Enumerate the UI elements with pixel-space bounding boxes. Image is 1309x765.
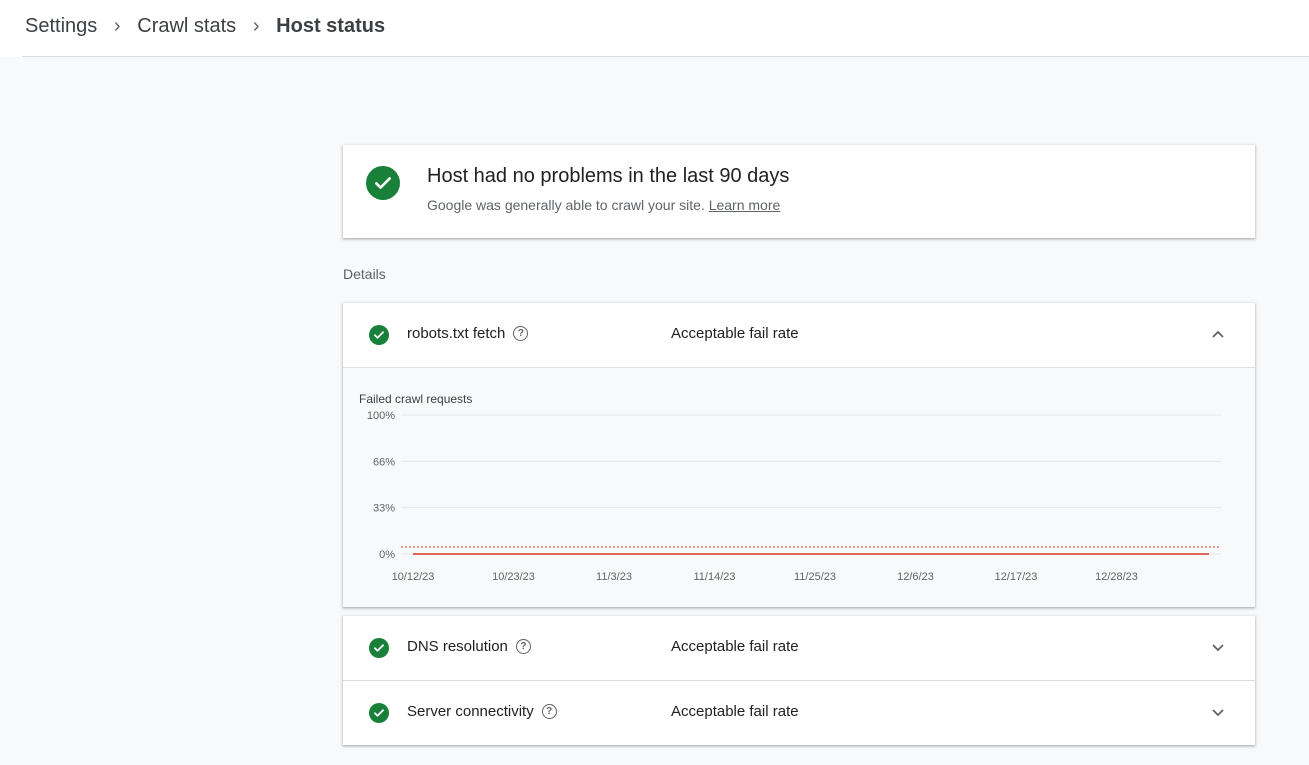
help-icon[interactable]: ? <box>513 326 529 341</box>
row-name-label: robots.txt fetch <box>407 325 506 342</box>
robots-txt-panel: robots.txt fetch ? Acceptable fail rate … <box>343 303 1255 607</box>
row-name: Server connectivity ? <box>407 703 557 720</box>
row-robots-txt-fetch[interactable]: robots.txt fetch ? Acceptable fail rate <box>343 303 1255 367</box>
details-panel-2: DNS resolution ? Acceptable fail rate Se… <box>343 616 1255 745</box>
summary-subtitle: Google was generally able to crawl your … <box>427 197 780 213</box>
breadcrumb-settings[interactable]: Settings <box>25 15 97 38</box>
row-server-connectivity[interactable]: Server connectivity ? Acceptable fail ra… <box>343 680 1255 744</box>
summary-subtitle-text: Google was generally able to crawl your … <box>427 197 705 213</box>
page-title: Host status <box>276 14 386 37</box>
x-tick-label: 11/25/23 <box>794 571 836 583</box>
row-name: DNS resolution ? <box>407 638 531 655</box>
divider <box>22 56 1309 57</box>
top-bar: Settings › Crawl stats › Host status <box>0 0 1309 57</box>
row-dns-resolution[interactable]: DNS resolution ? Acceptable fail rate <box>343 616 1255 680</box>
row-status: Acceptable fail rate <box>671 325 799 342</box>
check-circle-icon <box>366 166 400 200</box>
x-tick-label: 12/6/23 <box>897 571 934 583</box>
breadcrumb: Settings › Crawl stats › Host status <box>25 12 385 40</box>
help-icon[interactable]: ? <box>515 639 531 654</box>
y-tick-label: 33% <box>373 503 395 515</box>
x-tick-label: 10/23/23 <box>492 571 535 583</box>
check-circle-icon <box>369 325 389 345</box>
details-heading: Details <box>343 266 386 282</box>
chevron-down-icon[interactable] <box>1209 638 1227 656</box>
summary-title: Host had no problems in the last 90 days <box>427 165 790 187</box>
help-icon[interactable]: ? <box>541 704 557 719</box>
x-tick-label: 12/28/23 <box>1095 571 1138 583</box>
check-circle-icon <box>369 638 389 658</box>
x-tick-label: 12/17/23 <box>995 571 1038 583</box>
chevron-right-icon: › <box>113 14 121 37</box>
row-name-label: Server connectivity <box>407 703 534 720</box>
y-tick-label: 0% <box>379 549 395 561</box>
x-tick-label: 11/14/23 <box>693 571 735 583</box>
chevron-down-icon[interactable] <box>1209 703 1227 721</box>
x-tick-label: 11/3/23 <box>596 571 632 583</box>
y-tick-label: 66% <box>373 456 395 468</box>
row-name-label: DNS resolution <box>407 638 508 655</box>
row-name: robots.txt fetch ? <box>407 325 529 342</box>
chart-svg: 100% 66% 33% 0% 10/12/23 10/23/23 11/3/23 11/14… <box>367 410 1221 583</box>
summary-card: Host had no problems in the last 90 days… <box>343 145 1255 238</box>
chevron-right-icon: › <box>252 14 260 37</box>
failed-crawl-chart: Failed crawl requests 100% 66% 33% 0% 10/12/… <box>343 367 1255 607</box>
row-status: Acceptable fail rate <box>671 638 799 655</box>
y-tick-label: 100% <box>367 410 395 422</box>
check-circle-icon <box>369 703 389 723</box>
row-status: Acceptable fail rate <box>671 703 799 720</box>
chevron-up-icon[interactable] <box>1209 325 1227 343</box>
x-tick-label: 10/12/23 <box>392 571 435 583</box>
breadcrumb-crawl-stats[interactable]: Crawl stats <box>137 15 236 38</box>
learn-more-link[interactable]: Learn more <box>709 197 781 213</box>
